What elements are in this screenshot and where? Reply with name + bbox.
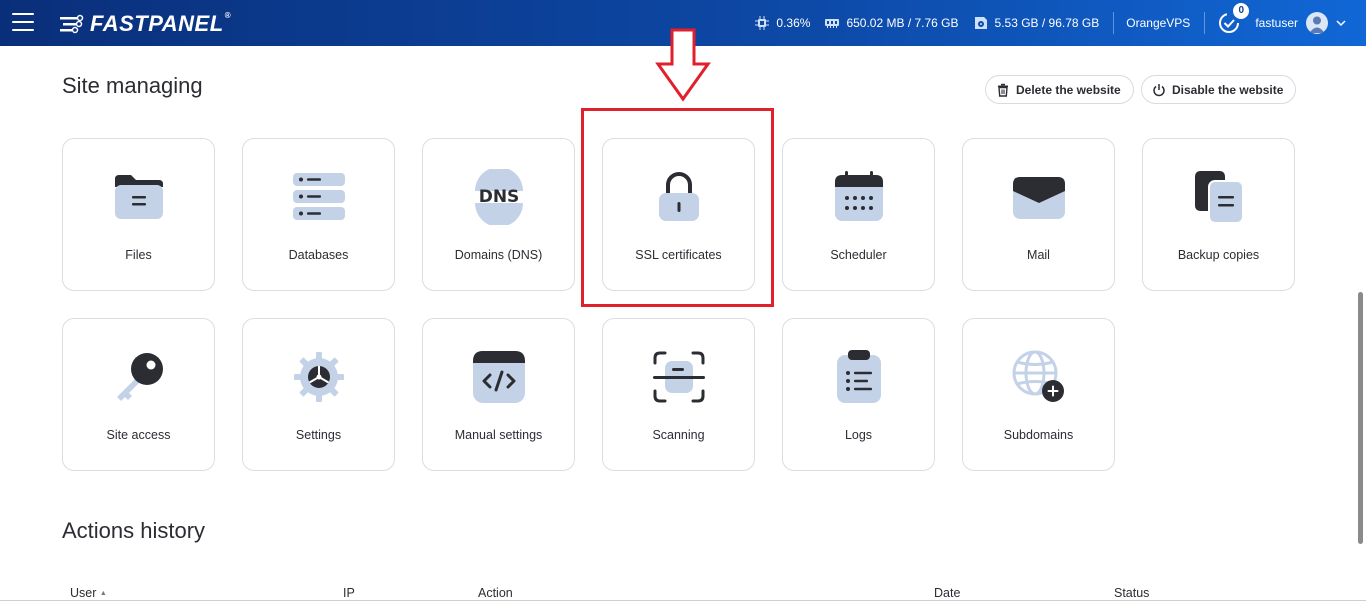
cpu-icon (755, 16, 770, 30)
trash-icon (998, 83, 1008, 97)
ram-icon (825, 19, 840, 28)
disable-website-button[interactable]: Disable the website (1141, 75, 1297, 104)
actions-history-title: Actions history (62, 518, 206, 543)
username: fastuser (1255, 16, 1298, 30)
globe-plus-icon (1012, 350, 1064, 402)
power-icon (1153, 83, 1165, 96)
gear-icon (293, 352, 344, 402)
scan-icon (652, 351, 705, 403)
chevron-down-icon (1336, 20, 1346, 27)
key-icon (116, 353, 163, 401)
divider (1113, 12, 1115, 34)
database-icon (292, 173, 345, 220)
manual-settings-card[interactable]: Manual settings (422, 318, 575, 471)
cpu-value: 0.36% (776, 16, 811, 30)
arrow-down-icon (655, 28, 711, 102)
disk-value: 5.53 GB / 96.78 GB (994, 16, 1100, 30)
dns-icon: DNS (474, 169, 523, 225)
disk-icon (974, 17, 987, 29)
logo-mark-icon (60, 14, 84, 34)
column-status[interactable]: Status (1114, 586, 1149, 600)
disk-stat: 5.53 GB / 96.78 GB (973, 15, 1100, 31)
folder-icon (114, 175, 163, 219)
mail-icon (1012, 177, 1065, 219)
fastpanel-logo[interactable]: FASTPANEL® (60, 11, 231, 37)
ram-value: 650.02 MB / 7.76 GB (846, 16, 959, 30)
column-date[interactable]: Date (934, 586, 960, 600)
mail-card[interactable]: Mail (962, 138, 1115, 291)
sort-asc-icon: ▲ (99, 590, 107, 598)
provider-name: OrangeVPS (1126, 16, 1191, 30)
column-ip[interactable]: IP (343, 586, 355, 600)
settings-card[interactable]: Settings (242, 318, 395, 471)
scheduler-card[interactable]: Scheduler (782, 138, 935, 291)
server-stats: 0.36% 650.02 MB / 7.76 GB 5.53 GB / 96.7… (754, 0, 1366, 46)
domains-dns-card[interactable]: DNS Domains (DNS) (422, 138, 575, 291)
highlight-box (581, 108, 774, 307)
logs-card[interactable]: Logs (782, 318, 935, 471)
column-action[interactable]: Action (478, 586, 513, 600)
code-icon (472, 351, 525, 403)
logo-text: FASTPANEL® (90, 11, 232, 36)
copies-icon (1194, 171, 1244, 224)
cpu-stat: 0.36% (754, 15, 810, 31)
user-icon (1309, 16, 1325, 33)
page-title: Site managing (62, 73, 203, 98)
backup-copies-card[interactable]: Backup copies (1142, 138, 1295, 291)
files-card[interactable]: Files (62, 138, 215, 291)
menu-hamburger-icon[interactable] (12, 13, 34, 33)
delete-website-button[interactable]: Delete the website (985, 75, 1134, 104)
divider (1204, 12, 1206, 34)
site-access-card[interactable]: Site access (62, 318, 215, 471)
databases-card[interactable]: Databases (242, 138, 395, 291)
user-menu[interactable]: fastuser (1255, 12, 1346, 34)
subdomains-card[interactable]: Subdomains (962, 318, 1115, 471)
notification-badge: 0 (1233, 3, 1250, 19)
scanning-card[interactable]: Scanning (602, 318, 755, 471)
scrollbar[interactable] (1358, 292, 1363, 544)
clipboard-list-icon (836, 350, 881, 403)
calendar-icon (834, 171, 883, 221)
svg-text:DNS: DNS (478, 187, 519, 207)
column-user[interactable]: User ▲ (70, 586, 107, 600)
notifications-button[interactable]: 0 (1217, 3, 1250, 35)
ram-stat: 650.02 MB / 7.76 GB (824, 15, 959, 31)
avatar (1306, 12, 1328, 34)
